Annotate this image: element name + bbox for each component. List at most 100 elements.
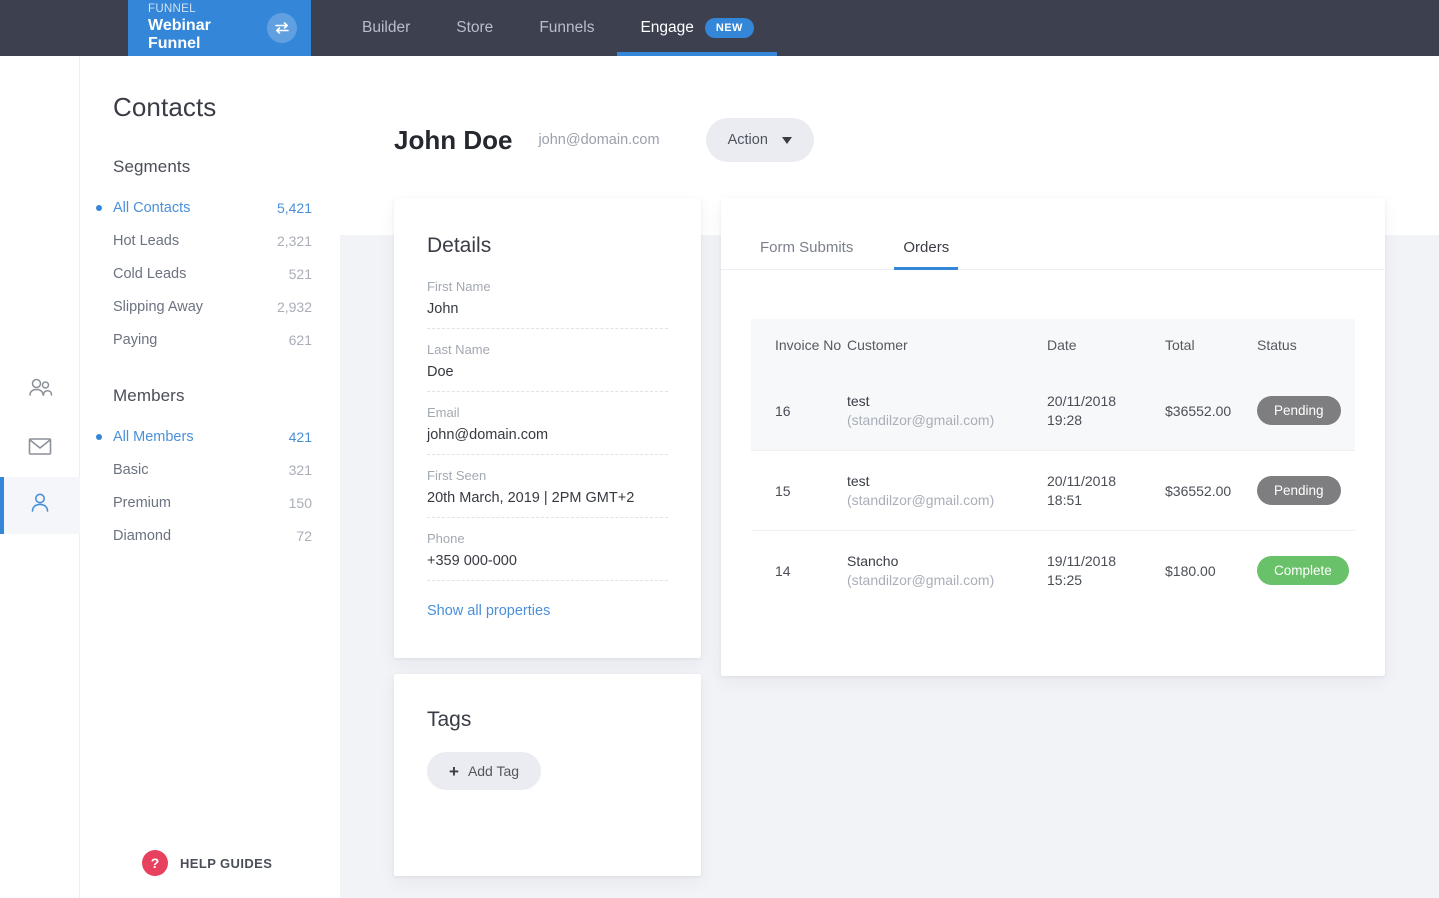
sidebar-item-count: 621: [289, 332, 312, 348]
sidebar-item-count: 2,932: [277, 299, 312, 315]
customer-name: Stancho: [847, 553, 1047, 569]
tab-form-submits[interactable]: Form Submits: [751, 239, 862, 269]
sidebar-item-slipping-away[interactable]: Slipping Away 2,932: [113, 290, 312, 323]
page-title: John Doe: [394, 125, 512, 156]
sidebar-item-count: 72: [296, 528, 312, 544]
funnel-selector[interactable]: FUNNEL Webinar Funnel: [128, 0, 311, 56]
tab-label: Form Submits: [760, 239, 853, 256]
action-button[interactable]: Action: [706, 118, 814, 162]
cell-date: 20/11/2018 18:51: [1047, 451, 1165, 531]
field-value[interactable]: +359 000-000: [427, 553, 668, 569]
main-content: John Doe john@domain.com Action Details …: [340, 56, 1439, 898]
status-badge: Pending: [1257, 476, 1341, 505]
order-time: 18:51: [1047, 492, 1165, 508]
details-title: Details: [427, 234, 668, 258]
field-value[interactable]: John: [427, 301, 668, 317]
sidebar-item-all-contacts[interactable]: All Contacts 5,421: [113, 191, 312, 224]
cell-date: 19/11/2018 15:25: [1047, 531, 1165, 611]
nav-item-engage[interactable]: Engage NEW: [617, 0, 776, 56]
nav-item-label: Funnels: [539, 19, 594, 37]
column-header-invoice-no[interactable]: Invoice No: [751, 319, 847, 371]
column-header-total[interactable]: Total: [1165, 319, 1257, 371]
field-label: Email: [427, 405, 668, 420]
help-guides-button[interactable]: ? HELP GUIDES: [142, 850, 272, 876]
cell-customer: test (standilzor@gmail.com): [847, 451, 1047, 531]
sidebar-item-basic[interactable]: Basic 321: [113, 453, 312, 486]
field-value[interactable]: john@domain.com: [427, 427, 668, 443]
order-date: 20/11/2018: [1047, 473, 1165, 489]
sidebar-item-count: 150: [289, 495, 312, 511]
field-email: Email john@domain.com: [427, 405, 668, 455]
sidebar-item-cold-leads[interactable]: Cold Leads 521: [113, 257, 312, 290]
field-value[interactable]: 20th March, 2019 | 2PM GMT+2: [427, 490, 668, 506]
active-dot-icon: [96, 205, 102, 211]
orders-table-head: Invoice No Customer Date Total Status: [751, 319, 1355, 371]
column-header-customer[interactable]: Customer: [847, 319, 1047, 371]
sidebar-item-diamond[interactable]: Diamond 72: [113, 519, 312, 552]
contacts-group-icon: [27, 378, 53, 405]
envelope-icon: [28, 437, 52, 461]
table-header-row: Invoice No Customer Date Total Status: [751, 319, 1355, 371]
add-tag-button[interactable]: + Add Tag: [427, 752, 541, 790]
column-header-date[interactable]: Date: [1047, 319, 1165, 371]
details-card: Details First Name John Last Name Doe Em…: [394, 198, 701, 658]
sidebar-group-segments: Segments All Contacts 5,421 Hot Leads 2,…: [113, 157, 312, 356]
order-time: 15:25: [1047, 572, 1165, 588]
rail-item-messages[interactable]: [0, 420, 80, 477]
swap-horizontal-icon[interactable]: [267, 13, 297, 43]
table-row[interactable]: 15 test (standilzor@gmail.com) 20/11/201…: [751, 451, 1355, 531]
status-badge: Complete: [1257, 556, 1349, 585]
sidebar-item-hot-leads[interactable]: Hot Leads 2,321: [113, 224, 312, 257]
sidebar-item-all-members[interactable]: All Members 421: [113, 420, 312, 453]
customer-name: test: [847, 393, 1047, 409]
cell-customer: test (standilzor@gmail.com): [847, 371, 1047, 451]
sidebar-item-label: All Members: [113, 429, 194, 445]
cell-invoice-no: 15: [751, 451, 847, 531]
field-value[interactable]: Doe: [427, 364, 668, 380]
orders-tabs: Form Submits Orders: [721, 198, 1385, 270]
chevron-down-icon: [782, 137, 792, 144]
order-time: 19:28: [1047, 412, 1165, 428]
nav-items: Builder Store Funnels Engage NEW: [339, 0, 777, 56]
sidebar-item-label: Premium: [113, 495, 171, 511]
contact-email: john@domain.com: [538, 132, 659, 148]
rail-item-person[interactable]: [0, 477, 80, 534]
sidebar-item-paying[interactable]: Paying 621: [113, 323, 312, 356]
sidebar-item-premium[interactable]: Premium 150: [113, 486, 312, 519]
nav-item-store[interactable]: Store: [433, 0, 516, 56]
sidebar-item-count: 321: [289, 462, 312, 478]
table-row[interactable]: 16 test (standilzor@gmail.com) 20/11/201…: [751, 371, 1355, 451]
action-button-label: Action: [728, 132, 768, 148]
tags-title: Tags: [427, 708, 668, 732]
help-guides-label: HELP GUIDES: [180, 856, 272, 871]
sidebar-item-label: Hot Leads: [113, 233, 179, 249]
contacts-sidebar: Contacts Segments All Contacts 5,421 Hot…: [80, 56, 340, 898]
field-label: First Seen: [427, 468, 668, 483]
table-row[interactable]: 14 Stancho (standilzor@gmail.com) 19/11/…: [751, 531, 1355, 611]
status-badge: Pending: [1257, 396, 1341, 425]
tab-orders[interactable]: Orders: [894, 239, 958, 269]
nav-left-spacer: [0, 0, 128, 56]
cell-customer: Stancho (standilzor@gmail.com): [847, 531, 1047, 611]
sidebar-item-label: Diamond: [113, 528, 171, 544]
plus-icon: +: [449, 763, 459, 780]
cell-total: $36552.00: [1165, 451, 1257, 531]
field-label: Last Name: [427, 342, 668, 357]
cell-invoice-no: 16: [751, 371, 847, 451]
field-last-name: Last Name Doe: [427, 342, 668, 392]
show-all-properties-link[interactable]: Show all properties: [427, 603, 550, 619]
cell-status: Pending: [1257, 451, 1355, 531]
customer-name: test: [847, 473, 1047, 489]
sidebar-group-members: Members All Members 421 Basic 321 Premiu…: [113, 386, 312, 552]
column-header-status[interactable]: Status: [1257, 319, 1355, 371]
cell-total: $180.00: [1165, 531, 1257, 611]
cell-invoice-no: 14: [751, 531, 847, 611]
nav-item-label: Engage: [640, 19, 693, 37]
nav-item-funnels[interactable]: Funnels: [516, 0, 617, 56]
sidebar-item-count: 421: [289, 429, 312, 445]
rail-item-contacts-group[interactable]: [0, 363, 80, 420]
nav-item-builder[interactable]: Builder: [339, 0, 433, 56]
sidebar-item-count: 2,321: [277, 233, 312, 249]
nav-item-label: Builder: [362, 19, 410, 37]
active-dot-icon: [96, 434, 102, 440]
